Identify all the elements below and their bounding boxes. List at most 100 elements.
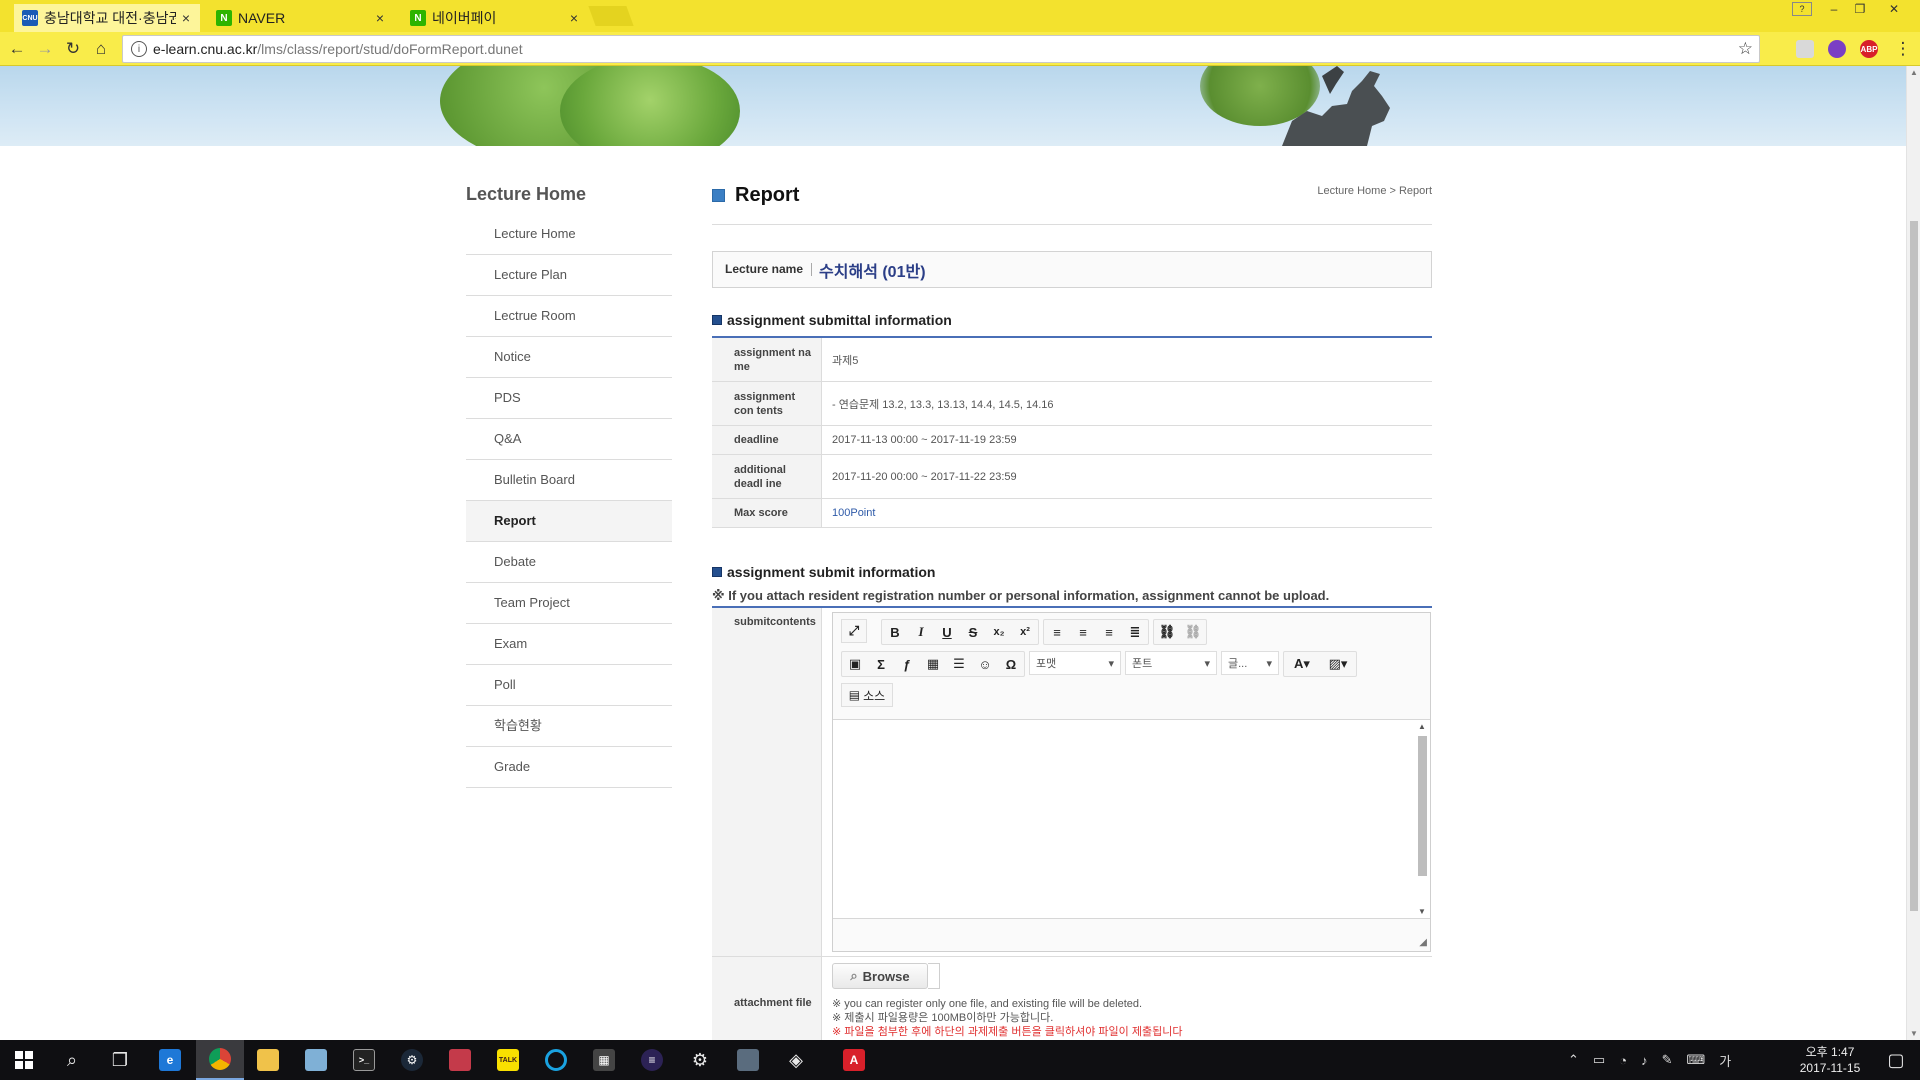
align-center-icon[interactable]: ≡	[1070, 620, 1096, 644]
unity-icon[interactable]: ◈	[772, 1040, 820, 1080]
keyboard-icon[interactable]: ⌨	[1686, 1052, 1705, 1068]
table-icon[interactable]: ▦	[920, 652, 946, 676]
tab-naver[interactable]: N NAVER ×	[208, 4, 394, 32]
subscript-icon[interactable]: x₂	[986, 620, 1012, 644]
ime-icon[interactable]: 가	[1719, 1051, 1731, 1070]
sidebar-item-debate[interactable]: Debate	[466, 542, 672, 583]
font-select[interactable]: 폰트 ▾	[1125, 651, 1217, 675]
scroll-down-icon[interactable]: ▼	[1907, 1029, 1920, 1038]
page-scroll-thumb[interactable]	[1910, 221, 1918, 911]
task-view-icon[interactable]: ❐	[96, 1040, 144, 1080]
scroll-up-icon[interactable]: ▲	[1907, 68, 1920, 77]
scroll-up-icon[interactable]: ▲	[1416, 722, 1428, 731]
close-tab-icon[interactable]: ×	[376, 10, 384, 26]
kakaotalk-icon[interactable]: TALK	[484, 1040, 532, 1080]
scroll-down-icon[interactable]: ▼	[1416, 907, 1428, 916]
formula-icon[interactable]: Σ	[868, 652, 894, 676]
superscript-icon[interactable]: x²	[1012, 620, 1038, 644]
editor-text-area[interactable]: ▲ ▼	[833, 719, 1430, 919]
sidebar-item-lecture-plan[interactable]: Lecture Plan	[466, 255, 672, 296]
network-app-icon[interactable]	[724, 1040, 772, 1080]
source-button[interactable]: ▤ 소스	[841, 683, 893, 707]
sidebar-item-learning-status[interactable]: 학습현황	[466, 706, 672, 747]
page-scrollbar[interactable]: ▲ ▼	[1906, 66, 1920, 1040]
sidebar-item-grade[interactable]: Grade	[466, 747, 672, 788]
restore-button[interactable]: ❐	[1848, 0, 1872, 18]
volume-icon[interactable]: ♪	[1641, 1053, 1648, 1068]
close-tab-icon[interactable]: ×	[182, 10, 190, 26]
strikethrough-icon[interactable]: S	[960, 620, 986, 644]
pen-icon[interactable]: ✎	[1662, 1052, 1673, 1068]
tab-naverpay[interactable]: N 네이버페이 ×	[402, 4, 588, 32]
flash-icon[interactable]: ƒ	[894, 652, 920, 676]
search-icon[interactable]: ⌕	[48, 1040, 96, 1080]
italic-icon[interactable]: I	[908, 620, 934, 644]
chrome-icon[interactable]	[196, 1040, 244, 1080]
sidebar-item-team-project[interactable]: Team Project	[466, 583, 672, 624]
chrome-menu-icon[interactable]: ⋮	[1892, 38, 1914, 60]
sidebar-item-poll[interactable]: Poll	[466, 665, 672, 706]
site-info-icon[interactable]: i	[131, 41, 147, 57]
bold-icon[interactable]: B	[882, 620, 908, 644]
horizontal-line-icon[interactable]: ☰	[946, 652, 972, 676]
sidebar-item-pds[interactable]: PDS	[466, 378, 672, 419]
ext-purple-icon[interactable]	[1828, 40, 1846, 58]
sidebar-item-lecture-home[interactable]: Lecture Home	[466, 214, 672, 255]
steam-icon[interactable]: ⚙	[388, 1040, 436, 1080]
smiley-icon[interactable]: ☺	[972, 652, 998, 676]
chevron-up-icon[interactable]: ⌃	[1568, 1052, 1579, 1068]
bookmark-star-icon[interactable]: ☆	[1738, 39, 1753, 59]
background-color-icon[interactable]: ▨▾	[1320, 652, 1356, 676]
align-left-icon[interactable]: ≡	[1044, 620, 1070, 644]
terminal-icon[interactable]: >_	[340, 1040, 388, 1080]
reload-icon[interactable]: ↻	[62, 38, 84, 60]
action-center-icon[interactable]: ▢	[1872, 1040, 1920, 1080]
underline-icon[interactable]: U	[934, 620, 960, 644]
sidebar-item-lecture-room[interactable]: Lectrue Room	[466, 296, 672, 337]
sidebar-item-qna[interactable]: Q&A	[466, 419, 672, 460]
text-color-icon[interactable]: A▾	[1284, 652, 1320, 676]
home-icon[interactable]: ⌂	[90, 38, 112, 60]
edge-icon[interactable]: e	[146, 1040, 194, 1080]
app-red-icon[interactable]	[436, 1040, 484, 1080]
font-size-select[interactable]: 글... ▾	[1221, 651, 1279, 675]
windows-start-icon[interactable]	[0, 1040, 48, 1080]
browse-button[interactable]: ⌕ Browse	[832, 963, 928, 989]
notepad-icon[interactable]	[292, 1040, 340, 1080]
battery-icon[interactable]: ▭	[1593, 1052, 1605, 1068]
forward-icon[interactable]: →	[34, 38, 56, 60]
align-justify-icon[interactable]: ≣	[1122, 620, 1148, 644]
new-tab-button[interactable]	[588, 6, 634, 26]
align-right-icon[interactable]: ≡	[1096, 620, 1122, 644]
sidebar-item-notice[interactable]: Notice	[466, 337, 672, 378]
tab-cnu[interactable]: CNU 충남대학교 대전·충남권 ×	[14, 4, 200, 32]
address-bar[interactable]: i e-learn.cnu.ac.kr/lms/class/report/stu…	[122, 35, 1760, 63]
format-select[interactable]: 포맷 ▾	[1029, 651, 1121, 675]
wifi-icon[interactable]: ◔	[1619, 1053, 1627, 1068]
special-char-icon[interactable]: Ω	[998, 652, 1024, 676]
editor-scrollbar[interactable]: ▲ ▼	[1416, 722, 1428, 916]
settings-gear-icon[interactable]: ⚙	[676, 1040, 724, 1080]
browser-app-icon[interactable]	[532, 1040, 580, 1080]
resize-handle-icon[interactable]: ◢	[1419, 937, 1427, 948]
back-icon[interactable]: ←	[6, 38, 28, 60]
maximize-icon[interactable]: ⤢	[841, 619, 867, 643]
sidebar-item-report[interactable]: Report	[466, 501, 672, 542]
unlink-icon[interactable]: ⛓	[1180, 620, 1206, 644]
minimize-button[interactable]: –	[1822, 0, 1846, 18]
file-name-field[interactable]	[928, 963, 940, 989]
sidebar-item-bulletin-board[interactable]: Bulletin Board	[466, 460, 672, 501]
max-score-link[interactable]: 100Point	[822, 499, 1432, 527]
ext-puzzle-icon[interactable]	[1796, 40, 1814, 58]
link-icon[interactable]: ⛓	[1154, 620, 1180, 644]
help-icon[interactable]: ?	[1792, 2, 1812, 16]
editor-scroll-thumb[interactable]	[1418, 736, 1427, 876]
file-explorer-icon[interactable]	[244, 1040, 292, 1080]
calculator-icon[interactable]: ▦	[580, 1040, 628, 1080]
eclipse-icon[interactable]: ≡	[628, 1040, 676, 1080]
system-clock[interactable]: 오후 1:47 2017-11-15	[1790, 1044, 1870, 1076]
close-tab-icon[interactable]: ×	[570, 10, 578, 26]
close-window-button[interactable]: ✕	[1882, 0, 1906, 18]
image-icon[interactable]: ▣	[842, 652, 868, 676]
acrobat-icon[interactable]: A	[830, 1040, 878, 1080]
